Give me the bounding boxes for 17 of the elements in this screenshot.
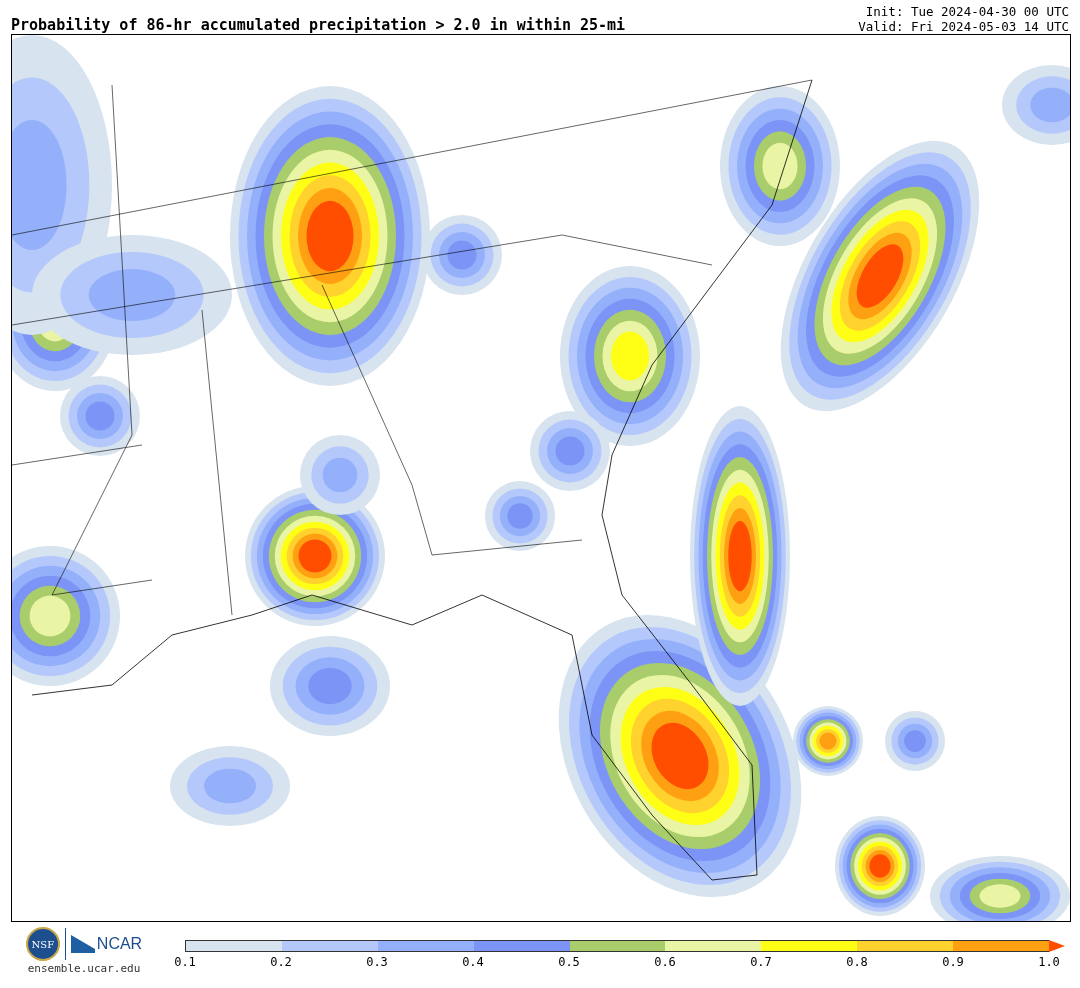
site-address: ensemble.ucar.edu <box>27 962 141 975</box>
legend-tick-label: 0.1 <box>174 955 196 969</box>
legend-tick-label: 1.0 <box>1038 955 1060 969</box>
valid-time: Valid: Fri 2024-05-03 14 UTC <box>858 19 1069 34</box>
legend-tick-label: 0.7 <box>750 955 772 969</box>
logo-wordmark: NCAR <box>96 935 143 953</box>
legend-tick-label: 0.6 <box>654 955 676 969</box>
legend-tick-label: 0.3 <box>366 955 388 969</box>
legend-tick-label: 0.5 <box>558 955 580 969</box>
mountain-logo-icon <box>70 935 95 953</box>
legend-tick-label: 0.8 <box>846 955 868 969</box>
seal-logo: NSF <box>25 927 60 961</box>
init-time: Init: Tue 2024-04-30 00 UTC <box>865 4 1069 19</box>
chart-title: Probability of 86-hr accumulated precipitation > 2.0 in within 25-mi <box>11 16 626 34</box>
legend-tick-label: 0.9 <box>942 955 964 969</box>
legend-tick-label: 0.2 <box>270 955 292 969</box>
legend-tick-label: 0.4 <box>462 955 484 969</box>
